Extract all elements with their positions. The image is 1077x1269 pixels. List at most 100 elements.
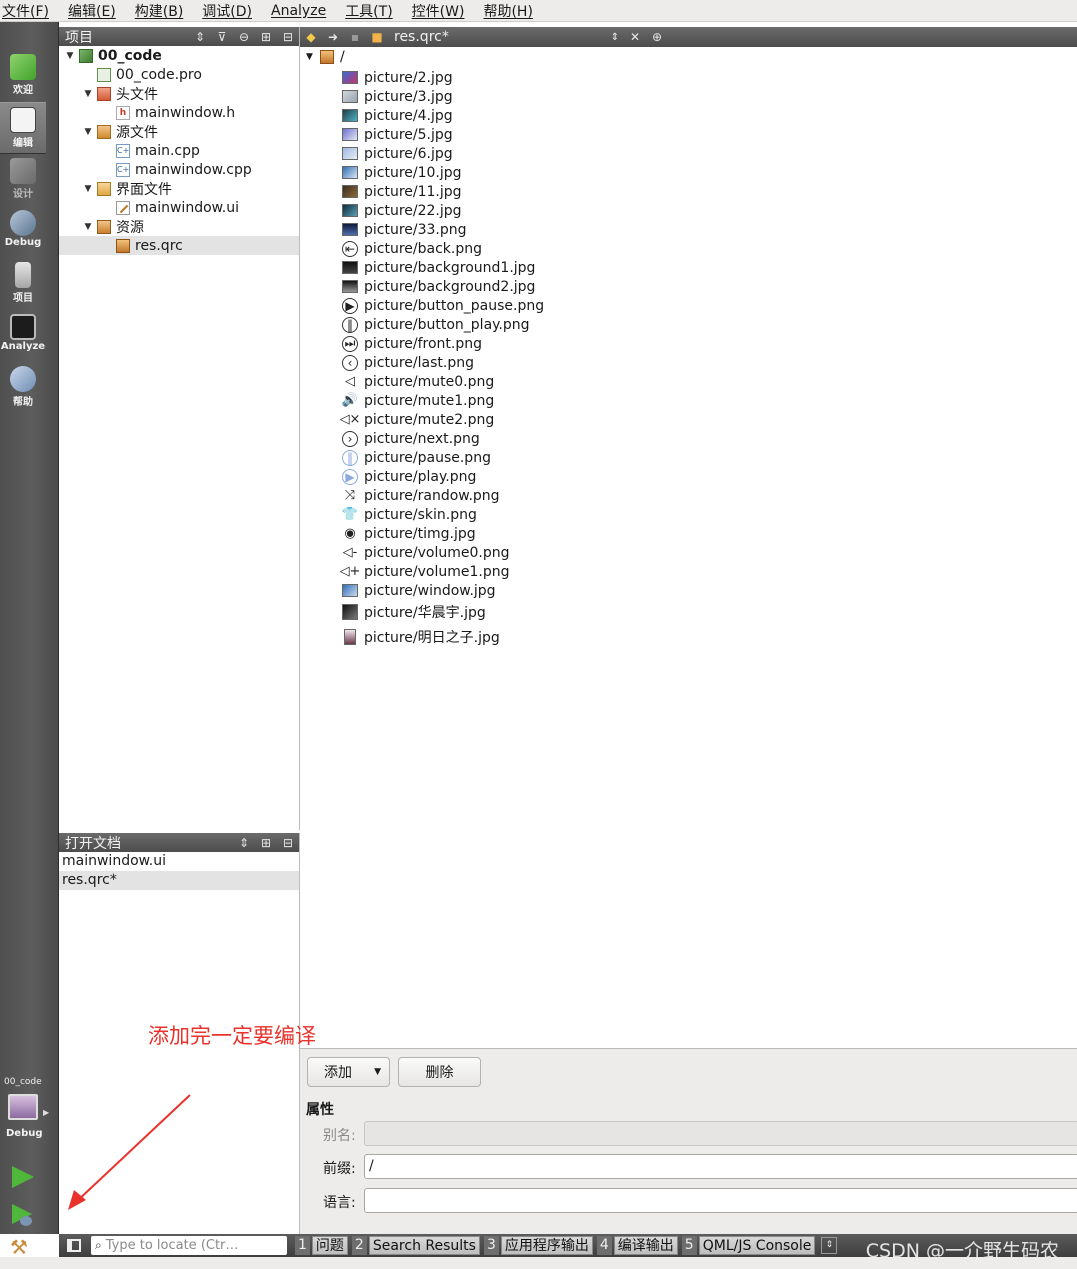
mode-design[interactable]: 设计 — [0, 154, 46, 206]
resource-file-item[interactable]: ‖ picture/button_play.png — [342, 315, 530, 334]
resource-file-item[interactable]: ‖ picture/pause.png — [342, 448, 491, 467]
resource-file-item[interactable]: picture/10.jpg — [342, 163, 462, 182]
kit-selector-monitor-icon[interactable] — [8, 1094, 38, 1120]
mode-help[interactable]: 帮助 — [0, 362, 46, 414]
run-button[interactable] — [12, 1166, 34, 1188]
resource-file-item[interactable]: ⤨ picture/randow.png — [342, 486, 500, 505]
toggle-sidebar-icon[interactable] — [67, 1239, 81, 1252]
menu-help[interactable]: 帮助(H) — [481, 1, 541, 21]
tree-item-pro[interactable]: 00_code.pro — [59, 65, 299, 84]
resource-file-item[interactable]: ◉ picture/timg.jpg — [342, 524, 475, 543]
forward-arrow-icon[interactable]: ➜ — [322, 30, 344, 44]
expand-arrow-icon[interactable]: ▼ — [306, 52, 320, 62]
resource-file-item[interactable]: ‹ picture/last.png — [342, 353, 474, 372]
prefix-field[interactable]: / — [364, 1154, 1077, 1179]
resource-file-item[interactable]: ◁× picture/mute2.png — [340, 410, 495, 429]
menu-edit[interactable]: 编辑(E) — [66, 1, 125, 21]
expand-arrow-icon[interactable]: ▼ — [83, 222, 93, 232]
mode-edit[interactable]: 编辑 — [0, 102, 46, 154]
resource-file-item[interactable]: › picture/next.png — [342, 429, 480, 448]
split-editor-icon[interactable]: ⊕ — [646, 30, 668, 44]
resource-file-item[interactable]: picture/华晨宇.jpg — [342, 602, 486, 621]
resource-file-item[interactable]: picture/3.jpg — [342, 87, 453, 106]
tree-item-qrc[interactable]: res.qrc — [59, 236, 299, 255]
resource-file-item[interactable]: ◁+ picture/volume1.png — [340, 562, 510, 581]
resource-file-item[interactable]: picture/11.jpg — [342, 182, 462, 201]
tab-search-results[interactable]: 2 Search Results — [351, 1236, 480, 1255]
menu-debug[interactable]: 调试(D) — [200, 1, 261, 21]
back-arrow-icon[interactable]: ◆ — [300, 30, 322, 44]
mode-debug[interactable]: Debug — [0, 206, 46, 258]
resource-file-item[interactable]: picture/4.jpg — [342, 106, 453, 125]
mode-welcome[interactable]: 欢迎 — [0, 50, 46, 102]
expand-arrow-icon[interactable]: ▼ — [83, 89, 93, 99]
resource-file-item[interactable]: picture/background1.jpg — [342, 258, 535, 277]
resource-file-item[interactable]: 👕 picture/skin.png — [342, 505, 477, 524]
project-pane-title[interactable]: 项目 — [59, 27, 189, 47]
close-pane-icon[interactable]: ⊟ — [277, 836, 299, 850]
mode-analyze[interactable]: Analyze — [0, 310, 46, 362]
tab-qml-console[interactable]: 5 QML/JS Console — [681, 1236, 816, 1255]
link-sync-icon[interactable]: ⊖ — [233, 30, 255, 44]
delete-button[interactable]: 删除 — [398, 1057, 481, 1087]
tree-folder-headers[interactable]: ▼ 头文件 — [59, 84, 299, 103]
close-doc-icon[interactable]: ✕ — [624, 30, 646, 44]
pencil-ruler-icon — [10, 158, 36, 184]
tree-item-header[interactable]: h mainwindow.h — [59, 103, 299, 122]
prefix-root[interactable]: ▼ / — [300, 47, 1077, 67]
expand-arrow-icon[interactable]: ▼ — [83, 127, 93, 137]
tree-folder-resources[interactable]: ▼ 资源 — [59, 217, 299, 236]
combo-arrows-icon[interactable]: ⇕ — [233, 836, 255, 850]
tree-item-ui[interactable]: mainwindow.ui — [59, 198, 299, 217]
expand-arrow-icon[interactable]: ▼ — [65, 51, 75, 61]
resource-file-label: picture/mute2.png — [364, 411, 495, 428]
resource-file-item[interactable]: ◁- picture/volume0.png — [342, 543, 510, 562]
resource-file-item[interactable]: 🔊 picture/mute1.png — [342, 391, 494, 410]
more-tabs-icon[interactable]: ⇕ — [821, 1237, 838, 1254]
menu-widgets[interactable]: 控件(W) — [410, 1, 474, 21]
tab-compile-output[interactable]: 4 编译输出 — [596, 1236, 678, 1255]
resource-file-item[interactable]: ▶ picture/button_pause.png — [342, 296, 544, 315]
tab-app-output[interactable]: 3 应用程序输出 — [483, 1236, 593, 1255]
menu-build[interactable]: 构建(B) — [133, 1, 193, 21]
tree-folder-forms[interactable]: ▼ 界面文件 — [59, 179, 299, 198]
tree-root[interactable]: ▼ 00_code — [59, 46, 299, 65]
menu-analyze[interactable]: Analyze — [269, 3, 335, 19]
mode-project[interactable]: 项目 — [0, 258, 46, 310]
build-hammer-button[interactable]: ⚒ — [10, 1237, 36, 1257]
resource-file-item[interactable]: picture/6.jpg — [342, 144, 453, 163]
locator-input[interactable]: ⌕ Type to locate (Ctr… — [91, 1236, 287, 1255]
resource-file-item[interactable]: ◁ picture/mute0.png — [342, 372, 494, 391]
language-field[interactable] — [364, 1188, 1077, 1213]
resource-file-item[interactable]: picture/background2.jpg — [342, 277, 535, 296]
open-doc-item[interactable]: mainwindow.ui — [59, 852, 299, 871]
tree-item-main-cpp[interactable]: C+ main.cpp — [59, 141, 299, 160]
prefix-label: 前缀: — [323, 1161, 356, 1177]
split-icon[interactable]: ⊞ — [255, 30, 277, 44]
resource-file-item[interactable]: picture/window.jpg — [342, 581, 496, 600]
resource-file-item[interactable]: picture/明日之子.jpg — [342, 627, 500, 646]
expand-arrow-icon[interactable]: ▼ — [83, 184, 93, 194]
menu-tools[interactable]: 工具(T) — [343, 1, 401, 21]
tree-item-mainwindow-cpp[interactable]: C+ mainwindow.cpp — [59, 160, 299, 179]
resource-file-item[interactable]: picture/5.jpg — [342, 125, 453, 144]
resource-file-item[interactable]: ⏭ picture/front.png — [342, 334, 482, 353]
add-button[interactable]: 添加 ▼ — [307, 1057, 390, 1087]
resource-file-item[interactable]: picture/2.jpg — [342, 68, 453, 87]
resource-file-item[interactable]: picture/33.png — [342, 220, 467, 239]
resource-file-label: picture/skin.png — [364, 506, 477, 523]
resource-file-item[interactable]: ⇤ picture/back.png — [342, 239, 482, 258]
tab-issues[interactable]: 1 问题 — [295, 1236, 348, 1255]
close-pane-icon[interactable]: ⊟ — [277, 30, 299, 44]
split-icon[interactable]: ⊞ — [255, 836, 277, 850]
editor-doc-name[interactable]: res.qrc* — [394, 29, 606, 45]
docs-pane-title[interactable]: 打开文档 — [59, 833, 233, 853]
resource-file-item[interactable]: ▶ picture/play.png — [342, 467, 476, 486]
menu-file[interactable]: 文件(F) — [0, 1, 58, 21]
resource-file-item[interactable]: picture/22.jpg — [342, 201, 462, 220]
combo-arrows-icon[interactable]: ⇕ — [189, 30, 211, 44]
filter-icon[interactable]: ⊽ — [211, 30, 233, 44]
combo-arrows-icon[interactable]: ⇕ — [606, 32, 624, 43]
open-doc-item[interactable]: res.qrc* — [59, 871, 299, 890]
tree-folder-sources[interactable]: ▼ 源文件 — [59, 122, 299, 141]
